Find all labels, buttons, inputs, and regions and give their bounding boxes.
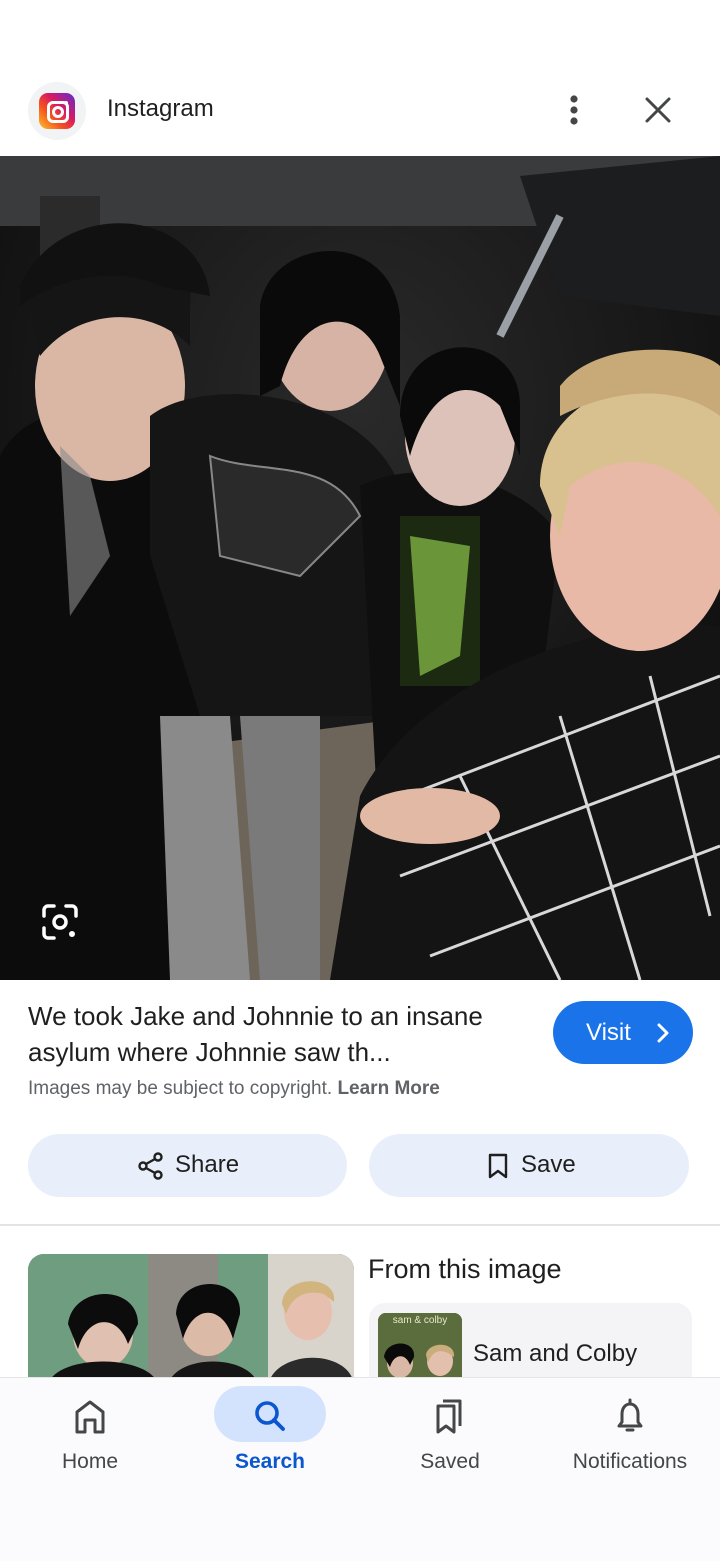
google-lens-button[interactable]: [38, 900, 82, 944]
close-icon: [645, 97, 671, 123]
share-icon: [138, 1152, 163, 1180]
nav-saved-label: Saved: [420, 1450, 480, 1473]
nav-notifications[interactable]: Notifications: [540, 1378, 720, 1488]
more-options-button[interactable]: [554, 90, 594, 130]
entity-name: Sam and Colby: [473, 1340, 638, 1367]
entity-thumb-caption: sam & colby: [393, 1315, 447, 1326]
visit-button[interactable]: Visit: [553, 1001, 693, 1064]
save-button[interactable]: Save: [369, 1134, 689, 1197]
related-photo: [28, 1254, 354, 1384]
nav-search-label: Search: [234, 1450, 306, 1473]
close-button[interactable]: [638, 90, 678, 130]
nav-home-label: Home: [61, 1450, 119, 1473]
instagram-logo-icon: [39, 93, 75, 129]
group-photo: [0, 156, 720, 980]
source-header: Instagram: [0, 70, 720, 156]
source-favicon: [28, 82, 86, 140]
home-icon: [75, 1400, 105, 1434]
source-name: Instagram: [107, 95, 214, 122]
visit-label: Visit: [586, 1019, 631, 1046]
section-divider: [0, 1224, 720, 1226]
from-this-image-heading: From this image: [368, 1254, 562, 1284]
copyright-notice: Images may be subject to copyright. Lear…: [28, 1078, 440, 1100]
nav-saved[interactable]: Saved: [360, 1378, 540, 1488]
nav-search[interactable]: Search: [180, 1378, 360, 1488]
google-lens-icon: [42, 904, 78, 940]
result-title[interactable]: We took Jake and Johnnie to an insane as…: [28, 998, 538, 1070]
learn-more-link[interactable]: Learn More: [337, 1078, 439, 1099]
bottom-navigation-bar: Home Search Saved Notifications: [0, 1377, 720, 1561]
chevron-right-icon: [657, 1023, 669, 1043]
bookmark-icon: [488, 1153, 508, 1179]
copyright-text: Images may be subject to copyright.: [28, 1078, 333, 1099]
share-label: Share: [175, 1151, 240, 1178]
share-button[interactable]: Share: [28, 1134, 347, 1197]
nav-home[interactable]: Home: [0, 1378, 180, 1488]
result-image[interactable]: [0, 156, 720, 980]
related-image-thumbnail[interactable]: [28, 1254, 354, 1384]
bell-icon: [617, 1398, 643, 1432]
search-icon: [255, 1401, 285, 1431]
more-vert-icon: [570, 95, 578, 125]
save-label: Save: [521, 1151, 576, 1178]
bookmarks-icon: [436, 1399, 462, 1434]
nav-notifications-label: Notifications: [572, 1450, 688, 1473]
